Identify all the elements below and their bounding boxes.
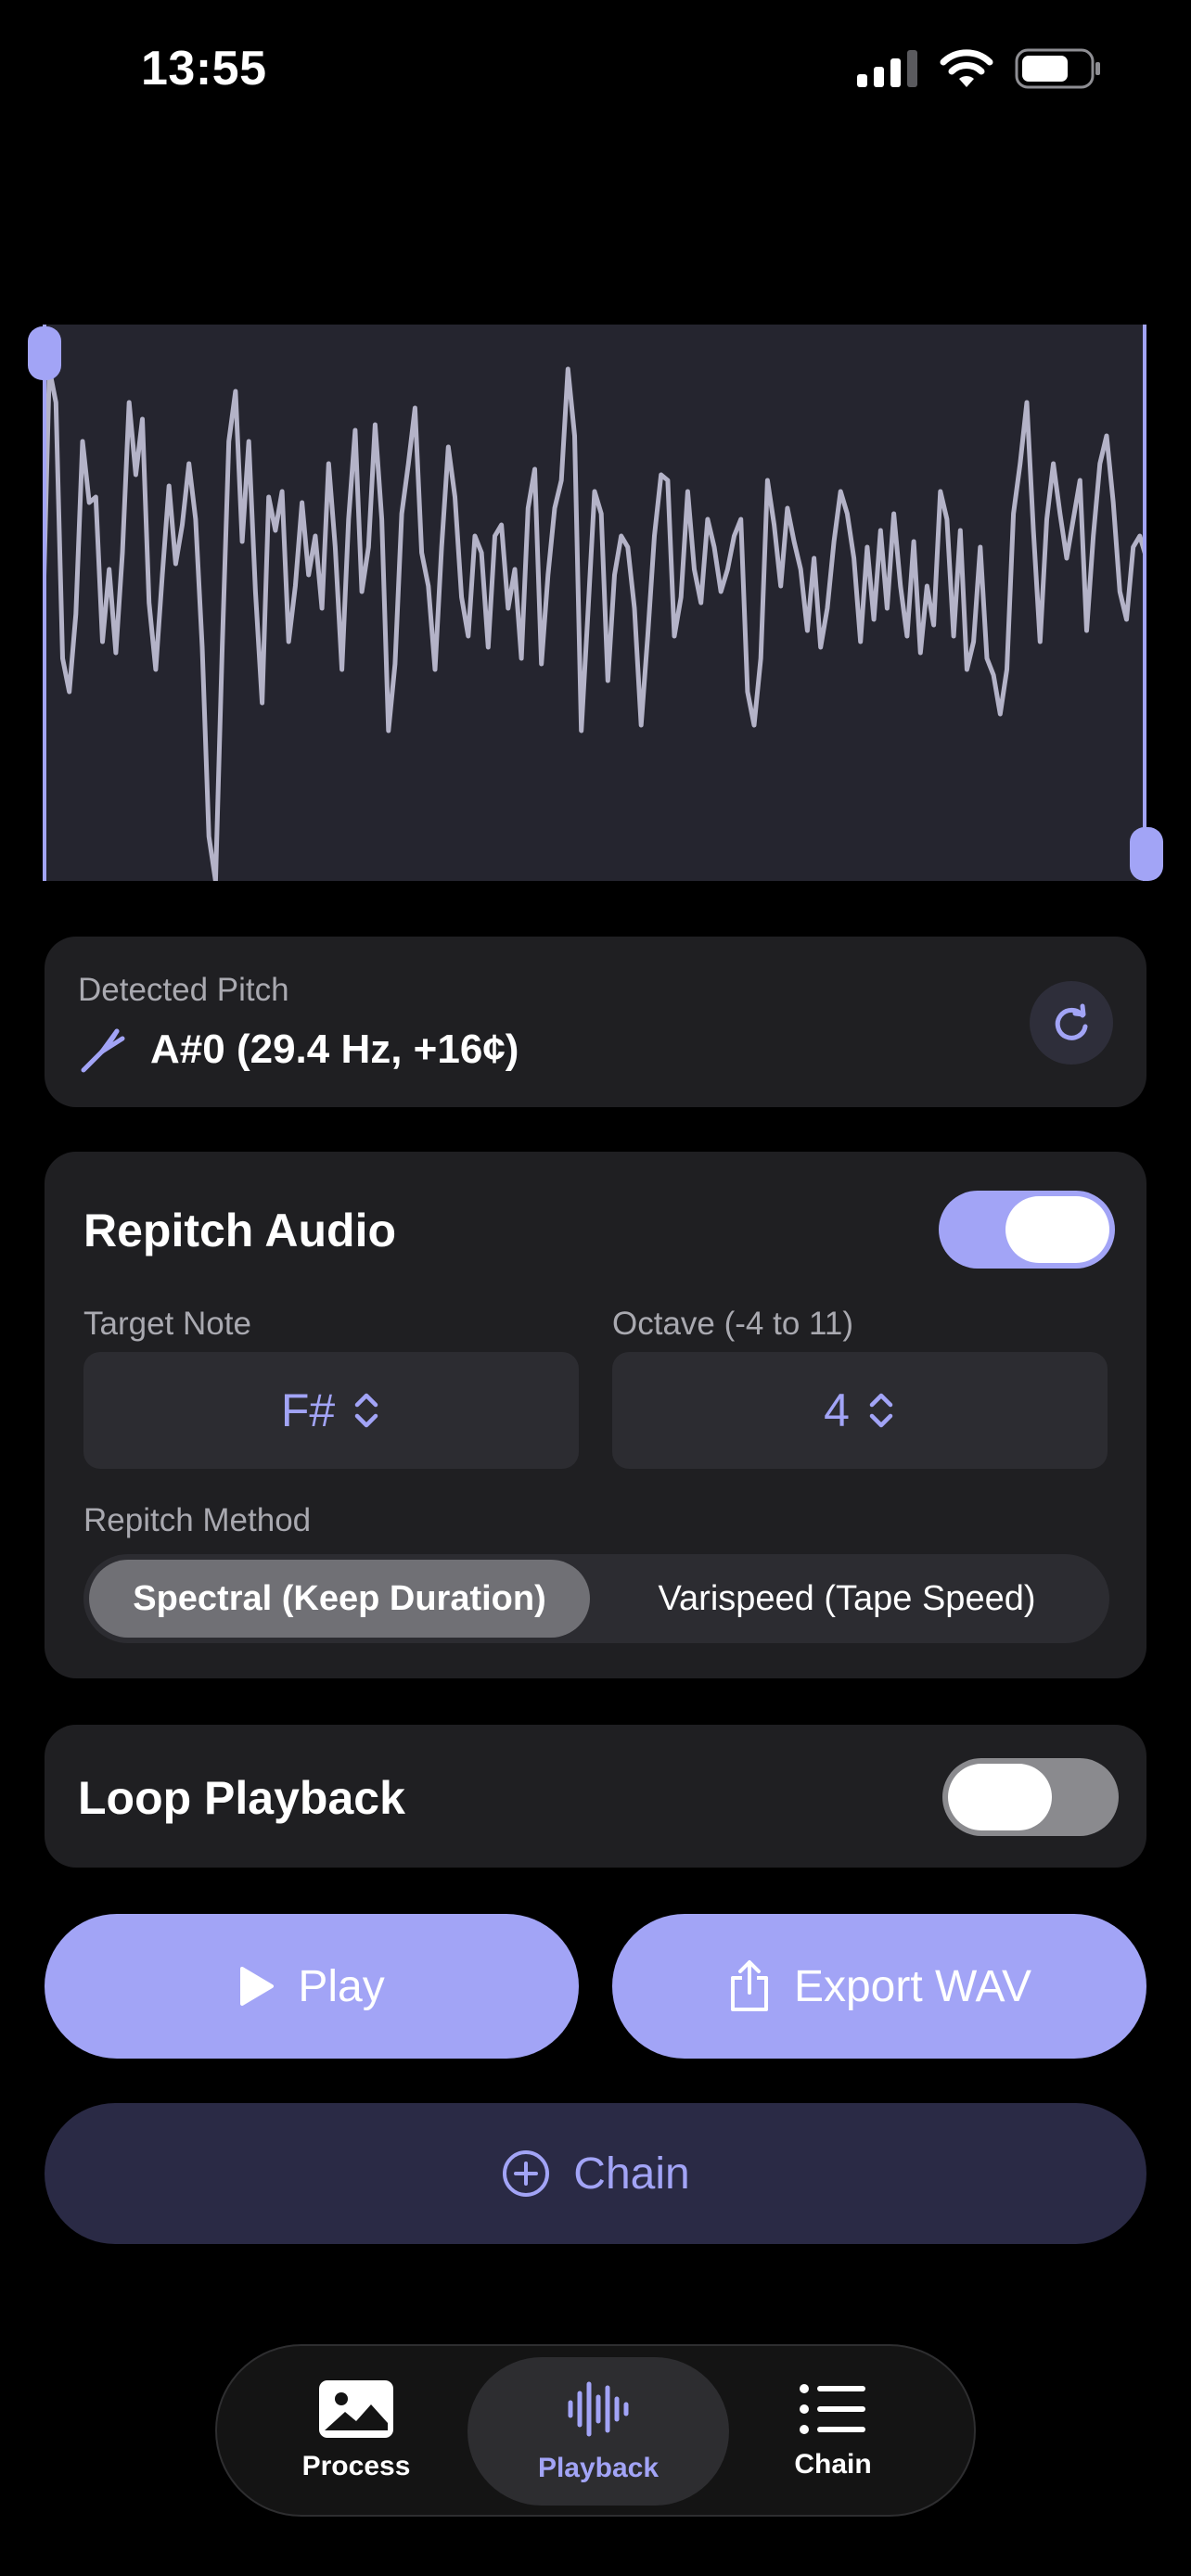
detected-pitch-row: A#0 (29.4 Hz, +16¢) (78, 1024, 519, 1076)
loop-toggle[interactable] (942, 1758, 1119, 1836)
play-button[interactable]: Play (45, 1914, 579, 2059)
waveform-icon (568, 2381, 629, 2437)
chain-label: Chain (573, 2149, 690, 2199)
tuning-fork-icon (81, 1028, 125, 1073)
trim-end-handle[interactable] (1130, 827, 1163, 881)
play-label: Play (298, 1961, 385, 2011)
cellular-signal-icon (857, 50, 917, 87)
segment-spectral[interactable]: Spectral (Keep Duration) (89, 1560, 590, 1638)
octave-label: Octave (-4 to 11) (612, 1306, 854, 1342)
loop-playback-card: Loop Playback (45, 1725, 1146, 1868)
chevron-up-down-icon (354, 1393, 378, 1428)
tab-chain[interactable]: Chain (740, 2357, 926, 2506)
repitch-title: Repitch Audio (83, 1205, 397, 1256)
status-icons (857, 48, 1102, 89)
target-note-value: F# (280, 1384, 336, 1436)
octave-picker[interactable]: 4 (612, 1352, 1108, 1469)
wifi-icon (940, 49, 993, 87)
segment-varispeed[interactable]: Varispeed (Tape Speed) (590, 1560, 1104, 1638)
refresh-pitch-button[interactable] (1030, 981, 1113, 1065)
tab-playback[interactable]: Playback (467, 2357, 729, 2506)
tab-chain-label: Chain (794, 2449, 872, 2480)
loop-playback-title: Loop Playback (78, 1772, 405, 1824)
repitch-card: Repitch Audio Target Note Octave (-4 to … (45, 1152, 1146, 1678)
app-screen: 13:55 Detected Pitch A#0 (29.4 Hz, +16¢)… (0, 0, 1191, 2576)
list-icon (800, 2384, 865, 2434)
status-bar: 13:55 (0, 0, 1191, 139)
waveform-line (43, 366, 1146, 881)
status-time: 13:55 (141, 42, 267, 96)
repitch-method-control: Spectral (Keep Duration) Varispeed (Tape… (83, 1554, 1109, 1643)
export-wav-button[interactable]: Export WAV (612, 1914, 1146, 2059)
chain-button[interactable]: Chain (45, 2103, 1146, 2244)
battery-icon (1015, 48, 1100, 89)
export-wav-label: Export WAV (793, 1961, 1032, 2011)
detected-pitch-value: A#0 (29.4 Hz, +16¢) (150, 1027, 519, 1072)
tab-playback-label: Playback (537, 2453, 660, 2483)
detected-pitch-card: Detected Pitch A#0 (29.4 Hz, +16¢) (45, 937, 1146, 1107)
refresh-icon (1055, 1003, 1088, 1040)
chevron-up-down-icon (869, 1393, 893, 1428)
toggle-knob (948, 1764, 1052, 1830)
target-note-picker[interactable]: F# (83, 1352, 579, 1469)
trim-start-handle[interactable] (28, 326, 61, 380)
share-icon (730, 1960, 768, 2011)
plus-circle-icon (503, 2150, 550, 2197)
octave-value: 4 (824, 1384, 850, 1436)
photo-icon (319, 2380, 393, 2438)
play-icon (240, 1967, 275, 2006)
tab-process-label: Process (301, 2451, 411, 2481)
detected-pitch-label: Detected Pitch (78, 972, 289, 1008)
trim-start-line (43, 325, 46, 881)
repitch-method-label: Repitch Method (83, 1502, 312, 1538)
toggle-knob (1005, 1196, 1109, 1263)
repitch-toggle[interactable] (939, 1191, 1115, 1269)
tab-bar: Process Playback Chain (215, 2344, 976, 2517)
waveform-view[interactable] (43, 325, 1146, 881)
target-note-label: Target Note (83, 1306, 251, 1342)
trim-end-line (1143, 325, 1146, 881)
tab-process[interactable]: Process (263, 2357, 449, 2506)
